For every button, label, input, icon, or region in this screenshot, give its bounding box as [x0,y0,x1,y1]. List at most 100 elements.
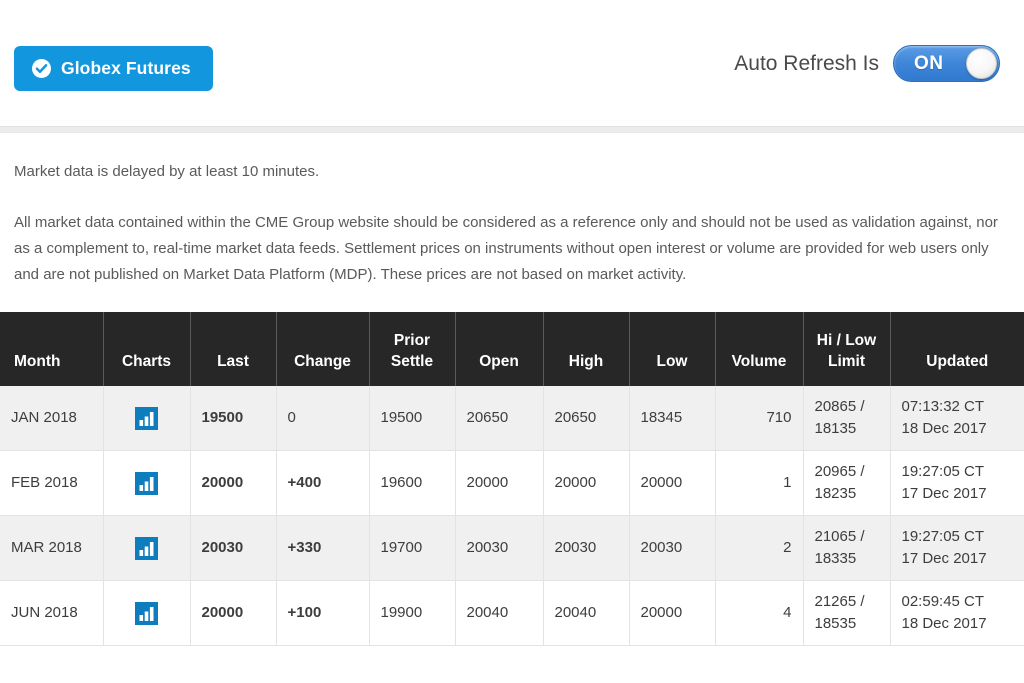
cell-open: 20000 [455,450,544,516]
cell-low: 20000 [629,580,716,646]
column-header-last[interactable]: Last [190,312,277,386]
column-header-low[interactable]: Low [629,312,716,386]
updated-date: 18 Dec 2017 [901,615,987,632]
cell-low: 20000 [629,450,716,516]
updated-time: 19:27:05 CT [901,463,985,480]
limit-hi: 20865 / [814,398,865,415]
globex-futures-label: Globex Futures [61,57,191,78]
column-header-change[interactable]: Change [276,312,370,386]
limit-lo: 18335 [814,550,857,567]
cell-month: FEB 2018 [0,450,104,516]
page-header: Globex Futures Auto Refresh Is ON [0,0,1024,126]
hi-low-limit-line2: Limit [827,353,866,370]
cell-hi-low-limit: 20965 / 18235 [803,450,891,516]
auto-refresh-label: Auto Refresh Is [734,51,879,75]
limit-hi: 21265 / [814,593,865,610]
table-row[interactable]: MAR 2018 20030 +330 19700 20030 20030 20… [0,515,1024,581]
cell-change: +400 [276,450,370,516]
cell-hi-low-limit: 20865 / 18135 [803,386,891,451]
bar-chart-icon[interactable] [135,601,158,625]
updated-time: 02:59:45 CT [901,593,985,610]
table-row[interactable]: JUN 2018 20000 +100 19900 20040 20040 20… [0,580,1024,646]
bar-chart-icon[interactable] [135,406,158,430]
cell-updated: 19:27:05 CT 17 Dec 2017 [890,515,1024,581]
limit-lo: 18135 [814,420,857,437]
cell-volume: 2 [715,515,804,581]
column-header-open[interactable]: Open [455,312,544,386]
toggle-knob[interactable] [966,48,997,79]
cell-high: 20650 [543,386,630,451]
cell-charts[interactable] [103,386,191,451]
cell-month: JUN 2018 [0,580,104,646]
column-header-month[interactable]: Month [0,312,104,386]
table-header-row: Month Charts Last Change Prior Settle Op… [0,312,1024,386]
bar-chart-icon[interactable] [135,471,158,495]
cell-updated: 19:27:05 CT 17 Dec 2017 [890,450,1024,516]
cell-prior-settle: 19900 [369,580,456,646]
cell-open: 20650 [455,386,544,451]
column-header-updated[interactable]: Updated [890,312,1024,386]
cell-prior-settle: 19600 [369,450,456,516]
cell-volume: 1 [715,450,804,516]
cell-charts[interactable] [103,515,191,581]
market-data-disclaimer: All market data contained within the CME… [14,214,998,283]
disclaimer-section: Market data is delayed by at least 10 mi… [0,133,1024,288]
updated-date: 17 Dec 2017 [901,485,987,502]
market-data-table: Month Charts Last Change Prior Settle Op… [0,312,1024,646]
updated-time: 07:13:32 CT [901,398,985,415]
prior-settle-line1: Prior [393,332,431,349]
column-header-prior-settle[interactable]: Prior Settle [369,312,456,386]
cell-month: JAN 2018 [0,386,104,451]
table-row[interactable]: JAN 2018 19500 0 19500 20650 20650 18345… [0,386,1024,451]
cell-high: 20040 [543,580,630,646]
column-header-charts[interactable]: Charts [103,312,191,386]
cell-change: +330 [276,515,370,581]
bar-chart-icon[interactable] [135,536,158,560]
hi-low-limit-line1: Hi / Low [816,332,877,349]
updated-date: 17 Dec 2017 [901,550,987,567]
cell-last: 20030 [190,515,277,581]
cell-updated: 07:13:32 CT 18 Dec 2017 [890,386,1024,451]
cell-open: 20030 [455,515,544,581]
limit-hi: 20965 / [814,463,865,480]
cell-prior-settle: 19700 [369,515,456,581]
cell-month: MAR 2018 [0,515,104,581]
table-body: JAN 2018 19500 0 19500 20650 20650 18345… [0,386,1024,646]
column-header-volume[interactable]: Volume [715,312,804,386]
check-circle-icon [32,59,51,78]
cell-low: 18345 [629,386,716,451]
cell-high: 20000 [543,450,630,516]
updated-date: 18 Dec 2017 [901,420,987,437]
cell-change: 0 [276,386,370,451]
limit-lo: 18535 [814,615,857,632]
cell-last: 20000 [190,450,277,516]
cell-last: 19500 [190,386,277,451]
cell-charts[interactable] [103,580,191,646]
cell-open: 20040 [455,580,544,646]
auto-refresh-state-label: ON [914,52,944,74]
prior-settle-line2: Settle [390,353,434,370]
cell-prior-settle: 19500 [369,386,456,451]
globex-futures-button[interactable]: Globex Futures [14,46,213,91]
limit-hi: 21065 / [814,528,865,545]
section-divider [0,126,1024,133]
cell-hi-low-limit: 21265 / 18535 [803,580,891,646]
cell-volume: 710 [715,386,804,451]
market-data-page: Globex Futures Auto Refresh Is ON Market… [0,0,1024,683]
auto-refresh-control: Auto Refresh Is ON [734,45,1010,82]
table-row[interactable]: FEB 2018 20000 +400 19600 20000 20000 20… [0,450,1024,516]
delay-notice: Market data is delayed by at least 10 mi… [14,163,320,180]
updated-time: 19:27:05 CT [901,528,985,545]
cell-hi-low-limit: 21065 / 18335 [803,515,891,581]
column-header-high[interactable]: High [543,312,630,386]
cell-low: 20030 [629,515,716,581]
cell-charts[interactable] [103,450,191,516]
limit-lo: 18235 [814,485,857,502]
cell-change: +100 [276,580,370,646]
market-data-table-wrap: Month Charts Last Change Prior Settle Op… [0,312,1024,646]
column-header-hi-low-limit[interactable]: Hi / Low Limit [803,312,891,386]
cell-last: 20000 [190,580,277,646]
cell-updated: 02:59:45 CT 18 Dec 2017 [890,580,1024,646]
cell-volume: 4 [715,580,804,646]
auto-refresh-toggle[interactable]: ON [893,45,1000,82]
